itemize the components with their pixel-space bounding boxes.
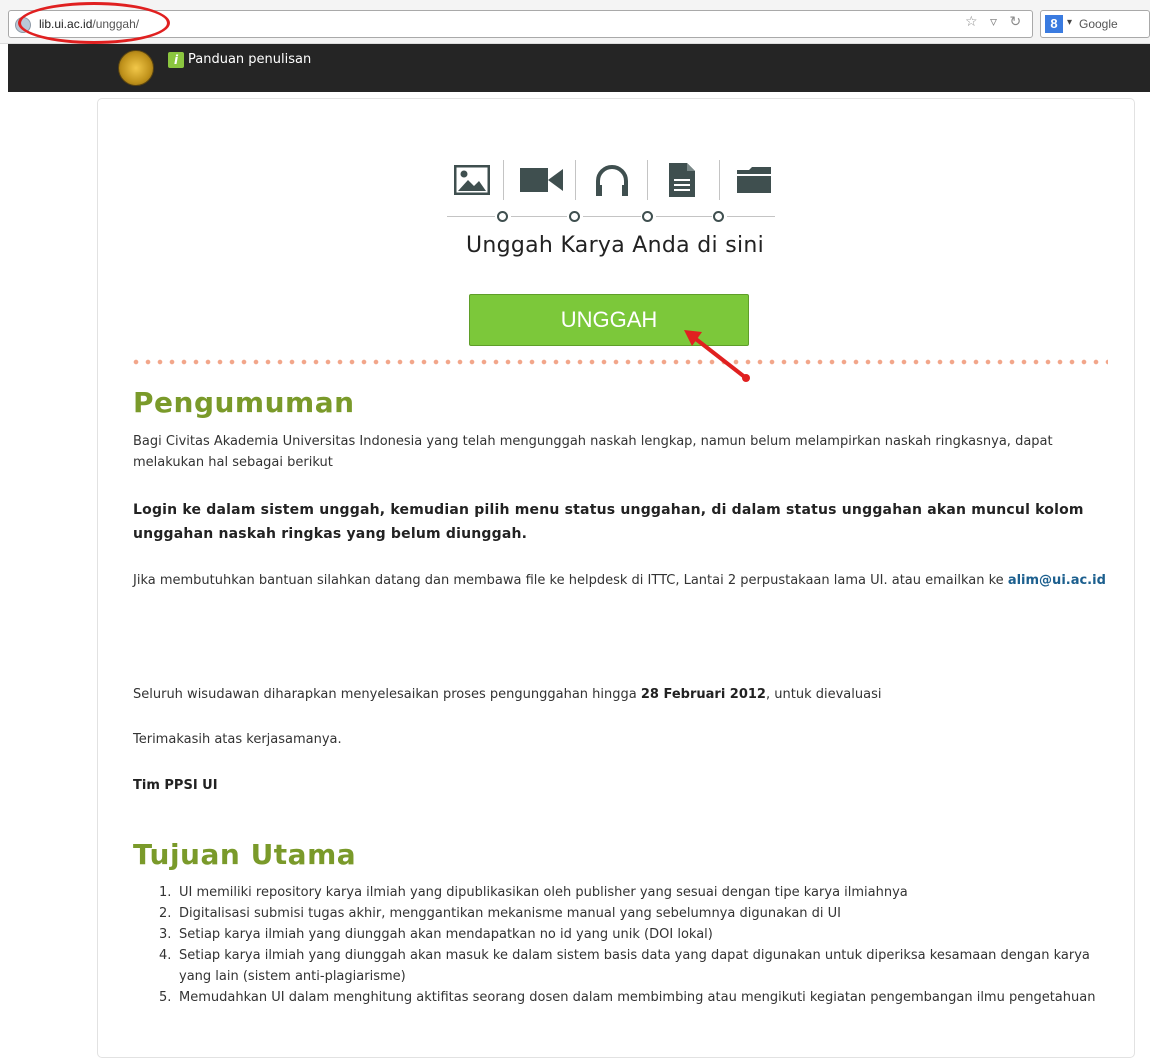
upload-title: Unggah Karya Anda di sini	[465, 233, 765, 258]
dotted-divider	[130, 358, 1108, 366]
goal-text: Setiap karya ilmiah yang diunggah akan m…	[179, 927, 713, 942]
goals-heading: Tujuan Utama	[133, 838, 357, 871]
deadline-date: 28 Februari 2012	[640, 687, 766, 702]
deadline-text: Seluruh wisudawan diharapkan menyelesaik…	[133, 687, 641, 702]
announcement-paragraph-4: Seluruh wisudawan diharapkan menyelesaik…	[133, 684, 1113, 705]
timeline-dot	[569, 211, 580, 222]
document-icon	[657, 160, 707, 200]
goal-number: 3.	[159, 927, 172, 942]
goal-item: 1. UI memiliki repository karya ilmiah ya…	[133, 882, 1113, 903]
info-icon: i	[168, 52, 184, 68]
goal-text: Digitalisasi submisi tugas akhir, mengga…	[179, 906, 842, 921]
dropdown-arrow-icon[interactable]: ▿	[990, 14, 997, 30]
goal-number: 5.	[159, 990, 172, 1005]
university-seal-logo[interactable]	[118, 50, 154, 86]
deadline-suffix: , untuk dievaluasi	[765, 687, 882, 702]
goal-item: 5. Memudahkan UI dalam menghitung aktifit…	[133, 987, 1113, 1008]
search-engine-icon[interactable]: 8	[1045, 15, 1063, 33]
video-icon	[517, 160, 567, 200]
goal-text: Setiap karya ilmiah yang diunggah akan m…	[179, 948, 1090, 984]
goal-number: 2.	[159, 906, 172, 921]
goal-item: 4. Setiap karya ilmiah yang diunggah akan…	[133, 945, 1113, 987]
announcement-instruction: Login ke dalam sistem unggah, kemudian p…	[133, 502, 1084, 542]
chrome-icons: ☆ ▿ ↻	[965, 14, 1029, 30]
goal-text: UI memiliki repository karya ilmiah yang…	[179, 885, 908, 900]
goals-list: 1. UI memiliki repository karya ilmiah ya…	[133, 882, 1113, 1008]
annotation-arrow	[684, 330, 750, 382]
timeline-line	[447, 216, 495, 217]
writing-guide-link[interactable]: Panduan penulisan	[188, 52, 311, 67]
annotation-circle	[18, 2, 170, 44]
divider	[575, 160, 576, 200]
divider	[503, 160, 504, 200]
announcement-heading: Pengumuman	[133, 386, 355, 419]
goal-number: 4.	[159, 948, 172, 963]
timeline-line	[727, 216, 775, 217]
folder-icon	[729, 160, 779, 200]
site-header: i Panduan penulisan	[8, 44, 1150, 92]
image-icon	[447, 160, 497, 200]
audio-icon	[587, 160, 637, 200]
goal-item: 2. Digitalisasi submisi tugas akhir, meng…	[133, 903, 1113, 924]
help-text: Jika membutuhkan bantuan silahkan datang…	[133, 573, 1008, 588]
timeline-line	[583, 216, 641, 217]
reload-icon[interactable]: ↻	[1010, 14, 1022, 30]
media-icons-row	[447, 160, 779, 222]
divider	[647, 160, 648, 200]
timeline-dot	[497, 211, 508, 222]
divider	[719, 160, 720, 200]
browser-toolbar: lib.ui.ac.id/unggah/ ☆ ▿ ↻ 8 ▾ Google	[0, 0, 1150, 44]
goal-number: 1.	[159, 885, 172, 900]
signature: Tim PPSI UI	[133, 778, 218, 793]
engine-caret-icon[interactable]: ▾	[1067, 17, 1072, 28]
email-link[interactable]: alim@ui.ac.id	[1008, 573, 1106, 588]
goal-item: 3. Setiap karya ilmiah yang diunggah akan…	[133, 924, 1113, 945]
announcement-paragraph-1: Bagi Civitas Akademia Universitas Indone…	[133, 434, 1053, 470]
search-box[interactable]: 8 ▾ Google	[1040, 10, 1150, 38]
search-placeholder: Google	[1079, 17, 1118, 31]
timeline-line	[656, 216, 712, 217]
bookmark-star-icon[interactable]: ☆	[965, 14, 978, 30]
announcement-paragraph-3: Jika membutuhkan bantuan silahkan datang…	[133, 570, 1113, 591]
timeline-dot	[642, 211, 653, 222]
timeline-line	[511, 216, 567, 217]
timeline-dot	[713, 211, 724, 222]
thanks-text: Terimakasih atas kerjasamanya.	[133, 732, 342, 747]
goal-text: Memudahkan UI dalam menghitung aktifitas…	[179, 990, 1096, 1005]
